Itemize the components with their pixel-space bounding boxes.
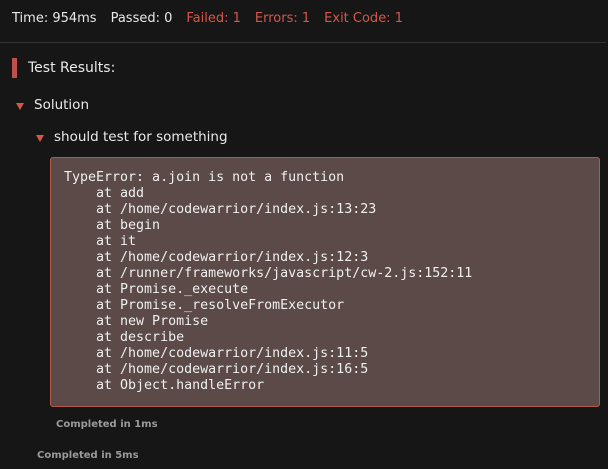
test-completed-time: Completed in 1ms — [56, 419, 158, 430]
test-label: should test for something — [54, 129, 228, 145]
stack-trace-line: at add — [64, 186, 145, 201]
status-bar: Time: 954ms Passed: 0 Failed: 1 Errors: … — [0, 0, 608, 36]
error-output: TypeError: a.join is not a function at a… — [50, 157, 600, 407]
test-toggle[interactable]: should test for something — [36, 129, 228, 145]
test-results-heading: Test Results: — [12, 58, 115, 78]
test-results-title: Test Results: — [28, 60, 116, 76]
stack-trace-line: at Promise._execute — [64, 282, 249, 297]
errors-stat: Errors: 1 — [254, 10, 311, 26]
stack-trace-line: at begin — [64, 218, 161, 233]
suite-toggle-solution[interactable]: Solution — [16, 97, 89, 113]
failed-stat: Failed: 1 — [186, 10, 241, 26]
stack-trace-line: at describe — [64, 330, 185, 345]
stack-trace-line: at /runner/frameworks/javascript/cw-2.js… — [64, 266, 473, 281]
caret-down-icon — [36, 134, 44, 142]
stack-trace-line: at new Promise — [64, 314, 209, 329]
stack-trace-line: at Object.handleError — [64, 378, 265, 393]
time-stat: Time: 954ms — [12, 10, 97, 26]
error-message: TypeError: a.join is not a function — [64, 170, 345, 185]
stack-trace-line: at Promise._resolveFromExecutor — [64, 298, 345, 313]
caret-down-icon — [16, 102, 24, 110]
stack-trace-line: at /home/codewarrior/index.js:13:23 — [64, 202, 377, 217]
stack-trace-line: at /home/codewarrior/index.js:16:5 — [64, 362, 369, 377]
divider — [0, 42, 606, 43]
stack-trace-line: at /home/codewarrior/index.js:11:5 — [64, 346, 369, 361]
stack-trace-line: at it — [64, 234, 137, 249]
stack-trace-line: at /home/codewarrior/index.js:12:3 — [64, 250, 369, 265]
exit-code-stat: Exit Code: 1 — [324, 10, 403, 26]
passed-stat: Passed: 0 — [110, 10, 173, 26]
suite-label: Solution — [34, 97, 89, 113]
suite-completed-time: Completed in 5ms — [37, 450, 139, 461]
heading-accent-bar — [12, 58, 17, 78]
